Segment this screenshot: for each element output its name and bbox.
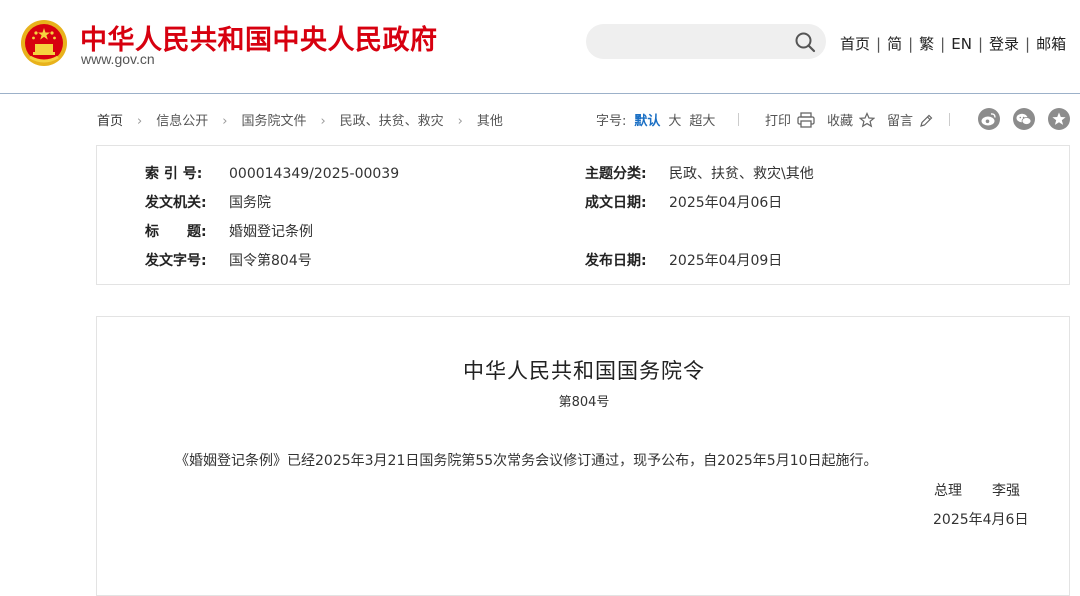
metadata-label: 索 引 号: [145, 166, 203, 182]
metadata-index-no-row: 索 引 号: 000014349/2025-00039 [145, 163, 399, 183]
print-button[interactable]: 打印 [765, 110, 815, 129]
print-label: 打印 [765, 114, 792, 129]
national-emblem-icon[interactable] [20, 17, 68, 69]
metadata-label: 发文机关: [145, 195, 207, 211]
font-size-large-button[interactable]: 大 [668, 114, 681, 129]
nav-separator: | [876, 35, 882, 53]
metadata-value: 婚姻登记条例 [229, 224, 313, 240]
metadata-value: 国务院 [229, 195, 271, 211]
favorite-label: 收藏 [827, 114, 854, 129]
metadata-doc-no-row: 发文字号: 国令第804号 [145, 250, 312, 270]
metadata-label: 发文字号: [145, 253, 207, 269]
breadcrumb-item-info-public[interactable]: 信息公开 [156, 114, 208, 129]
weibo-share-button[interactable] [978, 108, 1000, 130]
document-title: 中华人民共和国国务院令 [463, 359, 705, 383]
breadcrumb-item-state-council-docs[interactable]: 国务院文件 [241, 114, 306, 129]
nav-home-link[interactable]: 首页 [840, 35, 870, 53]
header-divider [0, 93, 1080, 94]
chevron-right-icon: › [222, 114, 228, 129]
chevron-right-icon: › [137, 114, 143, 129]
search-icon[interactable] [794, 31, 816, 53]
comment-button[interactable]: 留言 [887, 110, 933, 129]
document-content: 中华人民共和国国务院令 第804号 《婚姻登记条例》已经2025年3月21日国务… [96, 316, 1070, 596]
nav-traditional-link[interactable]: 繁 [919, 35, 934, 53]
top-nav: 首页 | 简 | 繁 | EN | 登录 | 邮箱 [840, 33, 1066, 54]
font-size-label: 字号: [596, 114, 627, 129]
signing-date: 2025年4月6日 [933, 512, 1029, 528]
comment-label: 留言 [887, 114, 914, 129]
nav-simplified-link[interactable]: 简 [887, 35, 902, 53]
favorite-button[interactable]: 收藏 [827, 110, 876, 129]
search-box [586, 24, 826, 59]
star-icon [858, 112, 876, 128]
nav-english-link[interactable]: EN [951, 35, 972, 53]
metadata-category-row: 主题分类: 民政、扶贫、救灾\其他 [585, 163, 814, 183]
document-metadata-box: 索 引 号: 000014349/2025-00039 主题分类: 民政、扶贫、救灾… [96, 145, 1070, 285]
font-size-xlarge-button[interactable]: 超大 [689, 114, 715, 129]
breadcrumb-item-civil-affairs[interactable]: 民政、扶贫、救灾 [340, 114, 444, 129]
toolbar-divider [949, 113, 950, 126]
toolbar: 首页 › 信息公开 › 国务院文件 › 民政、扶贫、救灾 › 其他 字号: 默认大超大 打印 收藏… [0, 104, 1080, 134]
metadata-published-row: 发布日期: 2025年04月09日 [585, 250, 782, 270]
metadata-value: 国令第804号 [229, 253, 312, 269]
metadata-issuer-row: 发文机关: 国务院 [145, 192, 271, 212]
nav-separator: | [908, 35, 914, 53]
breadcrumb-item-home[interactable]: 首页 [97, 114, 123, 129]
font-size-control: 字号: 默认大超大 [596, 110, 715, 129]
metadata-title-row: 标 题: 婚姻登记条例 [145, 221, 313, 241]
search-input[interactable] [600, 30, 784, 54]
signer-name: 李强 [992, 483, 1020, 499]
favorite-share-button[interactable] [1048, 108, 1070, 130]
metadata-value: 民政、扶贫、救灾\其他 [669, 166, 814, 182]
metadata-label: 发布日期: [585, 253, 647, 269]
nav-separator: | [940, 35, 946, 53]
weibo-icon [981, 113, 996, 126]
metadata-label: 成文日期: [585, 195, 647, 211]
site-url: www.gov.cn [81, 51, 155, 67]
wechat-share-button[interactable] [1013, 108, 1035, 130]
chevron-right-icon: › [457, 114, 463, 129]
document-number: 第804号 [558, 395, 610, 410]
signer-role: 总理 [934, 483, 962, 499]
document-paragraph: 《婚姻登记条例》已经2025年3月21日国务院第55次常务会议修订通过，现予公布… [175, 453, 878, 469]
metadata-label: 主题分类: [585, 166, 647, 182]
nav-separator: | [1025, 35, 1031, 53]
font-size-default-button[interactable]: 默认 [634, 114, 660, 129]
printer-icon [797, 112, 815, 128]
metadata-label: 标 题: [145, 224, 207, 240]
nav-login-link[interactable]: 登录 [989, 35, 1019, 53]
breadcrumb-item-other[interactable]: 其他 [477, 114, 503, 129]
chevron-right-icon: › [320, 114, 326, 129]
nav-mail-link[interactable]: 邮箱 [1036, 35, 1066, 53]
metadata-created-row: 成文日期: 2025年04月06日 [585, 192, 782, 212]
nav-separator: | [977, 35, 983, 53]
pencil-icon [920, 114, 933, 127]
breadcrumb: 首页 › 信息公开 › 国务院文件 › 民政、扶贫、救灾 › 其他 [97, 110, 503, 129]
metadata-value: 2025年04月09日 [669, 253, 783, 269]
site-header: 中华人民共和国中央人民政府 www.gov.cn 首页 | 简 | 繁 | EN | 登录 | 邮箱 [0, 0, 1080, 94]
star-circle-icon [1052, 112, 1066, 125]
toolbar-divider [738, 113, 739, 126]
wechat-icon [1016, 113, 1032, 125]
metadata-value: 2025年04月06日 [669, 195, 783, 211]
metadata-value: 000014349/2025-00039 [229, 166, 400, 182]
